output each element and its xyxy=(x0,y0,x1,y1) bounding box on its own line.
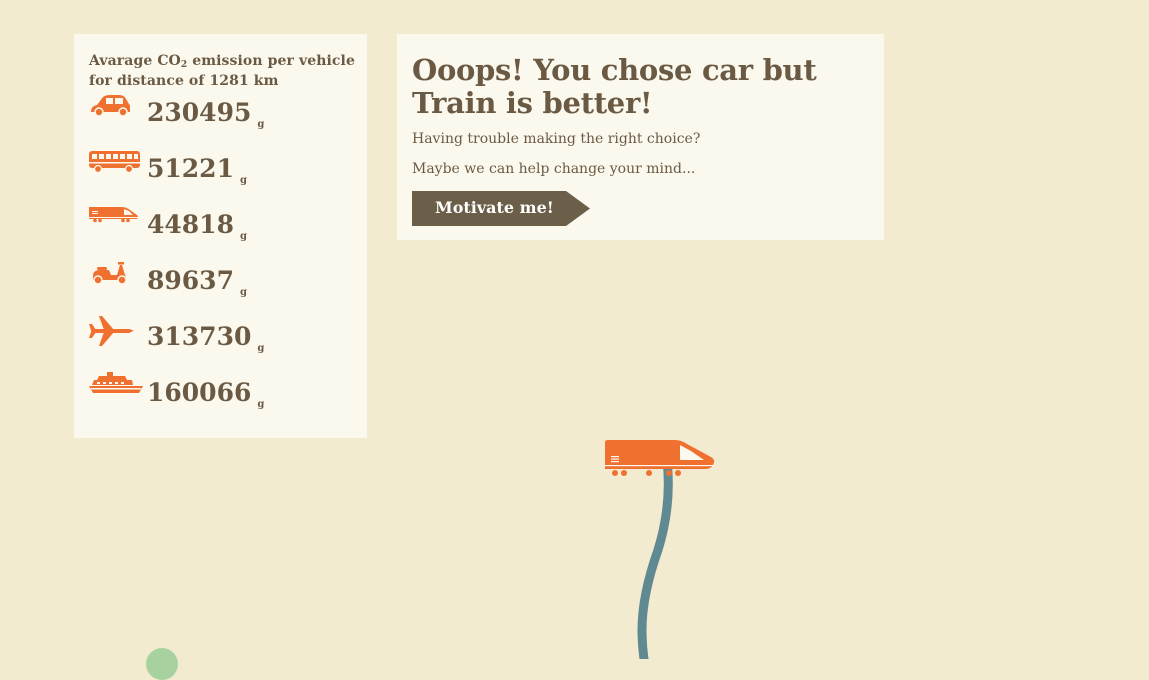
car-icon xyxy=(91,95,130,117)
stat-row-car: 230495 g xyxy=(89,92,359,132)
location-marker xyxy=(146,648,178,680)
bus-icon xyxy=(89,151,140,174)
scooter-icon xyxy=(93,262,127,285)
stat-value-scooter: 89637 g xyxy=(147,266,247,298)
stat-value-bus: 51221 g xyxy=(147,154,247,186)
stat-value-ship: 160066 g xyxy=(147,378,265,410)
emission-stats-panel: Avarage CO2 emission per vehicle for dis… xyxy=(74,34,367,438)
result-message-panel: Ooops! You chose car but Train is better… xyxy=(397,34,884,240)
stat-value-car: 230495 g xyxy=(147,98,265,130)
stat-row-ship: 160066 g xyxy=(89,372,359,412)
motivate-me-button[interactable]: Motivate me! xyxy=(412,191,590,226)
stat-value-train: 44818 g xyxy=(147,210,247,242)
stat-row-scooter: 89637 g xyxy=(89,260,359,300)
stat-row-train: 44818 g xyxy=(89,204,359,244)
motivate-me-label: Motivate me! xyxy=(435,198,554,217)
ship-icon xyxy=(89,372,143,393)
stat-row-airplane: 313730 g xyxy=(89,316,359,356)
result-subtext-1: Having trouble making the right choice? xyxy=(412,131,701,147)
stat-value-airplane: 313730 g xyxy=(147,322,265,354)
train-icon xyxy=(89,207,138,223)
train-marker-icon xyxy=(605,440,715,476)
stats-title: Avarage CO2 emission per vehicle for dis… xyxy=(89,53,355,89)
route-path xyxy=(637,460,673,659)
airplane-icon xyxy=(89,316,134,346)
result-subtext-2: Maybe we can help change your mind... xyxy=(412,161,696,177)
result-heading: Ooops! You chose car but Train is better… xyxy=(412,53,817,120)
stat-row-bus: 51221 g xyxy=(89,148,359,188)
